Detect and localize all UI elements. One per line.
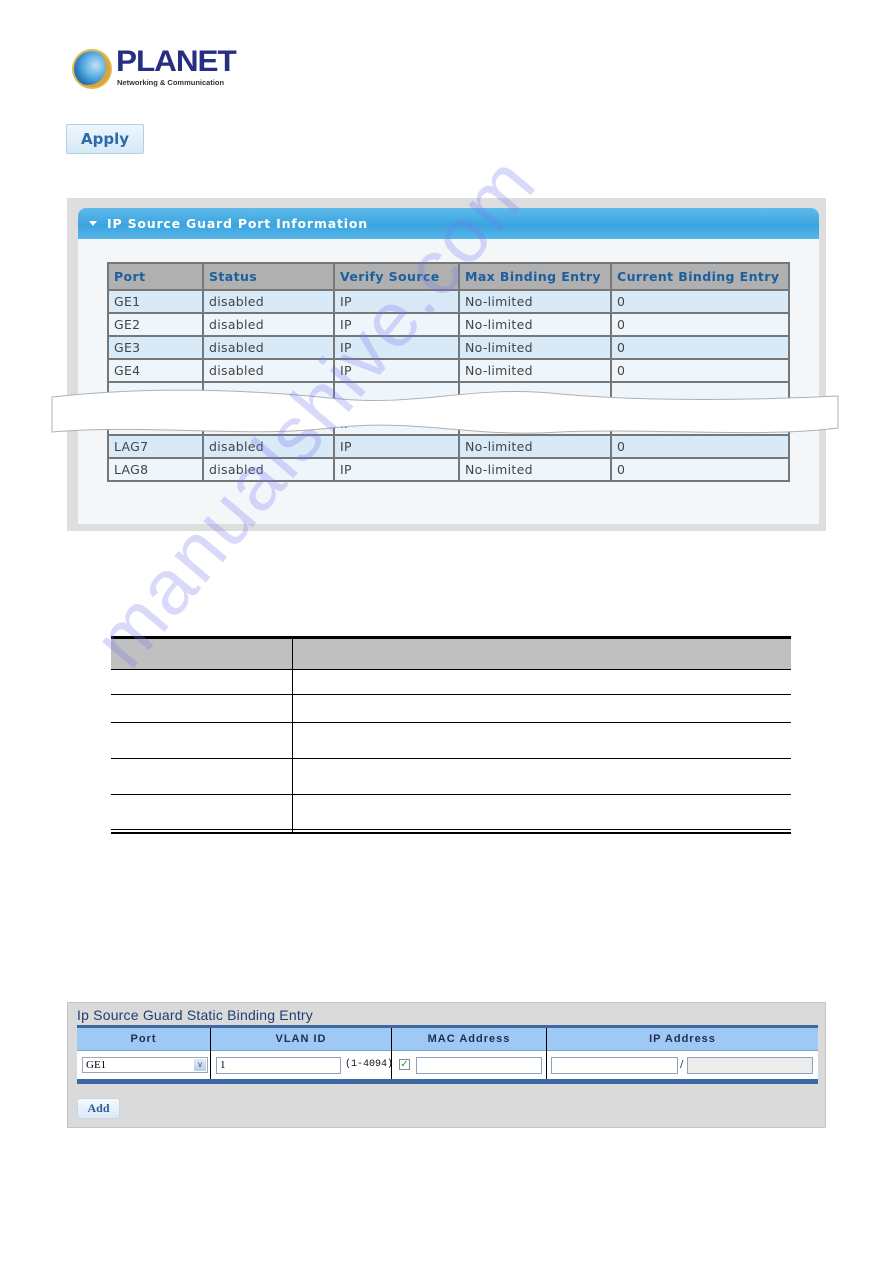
- col-max-binding: Max Binding Entry: [458, 262, 612, 291]
- ip-address-input[interactable]: [551, 1057, 678, 1074]
- static-binding-title: Ip Source Guard Static Binding Entry: [77, 1007, 313, 1023]
- col-vlan-id: VLAN ID: [275, 1033, 327, 1045]
- ip-mask-separator: /: [680, 1059, 684, 1070]
- logo-tagline: Networking & Communication: [117, 78, 225, 87]
- col-mac-address: MAC Address: [427, 1033, 511, 1045]
- static-binding-table: Port VLAN ID MAC Address IP Address GE1 …: [77, 1025, 818, 1084]
- row-divider: [111, 794, 791, 795]
- ip-mask-input[interactable]: [687, 1057, 813, 1074]
- col-current-binding: Current Binding Entry: [610, 262, 790, 291]
- cell-port: GE4: [107, 358, 204, 383]
- chevron-down-icon[interactable]: ∨: [194, 1059, 206, 1071]
- mac-enable-checkbox[interactable]: ✓: [399, 1059, 410, 1070]
- cell-port: GE2: [107, 312, 204, 337]
- cell-port: GE1: [107, 289, 204, 314]
- port-select-value: GE1: [86, 1059, 107, 1071]
- vlan-id-input[interactable]: 1: [216, 1057, 341, 1074]
- table-row: LAG8 disabled IP No-limited 0: [107, 457, 790, 482]
- table-row: GE4 disabled IP No-limited 0: [107, 358, 790, 383]
- vlan-range-hint: (1-4094): [345, 1059, 394, 1070]
- cell-status: disabled: [202, 358, 335, 383]
- row-divider: [111, 758, 791, 759]
- col-verify-source: Verify Source: [333, 262, 460, 291]
- planet-logo: PLANET Networking & Communication: [74, 45, 237, 91]
- port-info-title: IP Source Guard Port Information: [107, 216, 368, 231]
- description-table: [111, 636, 791, 834]
- table-rule-bottom: [111, 829, 791, 830]
- cell-current: 0: [610, 312, 790, 337]
- cell-current: 0: [610, 358, 790, 383]
- cell-verify: IP: [333, 358, 460, 383]
- cell-max: No-limited: [458, 312, 612, 337]
- column-divider: [292, 639, 293, 832]
- port-info-panel-header[interactable]: IP Source Guard Port Information: [78, 208, 819, 239]
- cell-verify: IP: [333, 312, 460, 337]
- table-header-row: Port Status Verify Source Max Binding En…: [107, 262, 790, 291]
- cell-max: No-limited: [458, 358, 612, 383]
- cell-status: disabled: [202, 312, 335, 337]
- table-row: GE3 disabled IP No-limited 0: [107, 335, 790, 360]
- cell-current: 0: [610, 457, 790, 482]
- port-select[interactable]: GE1 ∨: [82, 1057, 208, 1073]
- mac-address-input[interactable]: [416, 1057, 542, 1074]
- row-divider: [111, 722, 791, 723]
- row-divider: [111, 694, 791, 695]
- description-table-header: [111, 639, 791, 669]
- cell-max: No-limited: [458, 289, 612, 314]
- cell-current: 0: [610, 335, 790, 360]
- logo-brand: PLANET: [116, 45, 237, 78]
- col-port: Port: [130, 1033, 157, 1045]
- cell-verify: IP: [333, 457, 460, 482]
- cell-max: No-limited: [458, 457, 612, 482]
- cell-port: GE3: [107, 335, 204, 360]
- cell-port: LAG8: [107, 457, 204, 482]
- col-status: Status: [202, 262, 335, 291]
- table-row: GE1 disabled IP No-limited 0: [107, 289, 790, 314]
- cell-status: disabled: [202, 289, 335, 314]
- cell-status: disabled: [202, 335, 335, 360]
- table-break-wave: [51, 389, 839, 434]
- cell-verify: IP: [333, 289, 460, 314]
- table-row: GE2 disabled IP No-limited 0: [107, 312, 790, 337]
- apply-button[interactable]: Apply: [66, 124, 144, 154]
- cell-current: 0: [610, 289, 790, 314]
- port-info-table: Port Status Verify Source Max Binding En…: [107, 262, 790, 482]
- table-rule-bottom-double: [111, 832, 791, 834]
- cell-verify: IP: [333, 335, 460, 360]
- collapse-triangle-icon[interactable]: [89, 221, 97, 226]
- add-button[interactable]: Add: [77, 1098, 120, 1119]
- col-port: Port: [107, 262, 204, 291]
- cell-status: disabled: [202, 457, 335, 482]
- cell-max: No-limited: [458, 335, 612, 360]
- row-divider: [111, 669, 791, 670]
- globe-icon: [74, 51, 110, 87]
- col-ip-address: IP Address: [649, 1033, 716, 1045]
